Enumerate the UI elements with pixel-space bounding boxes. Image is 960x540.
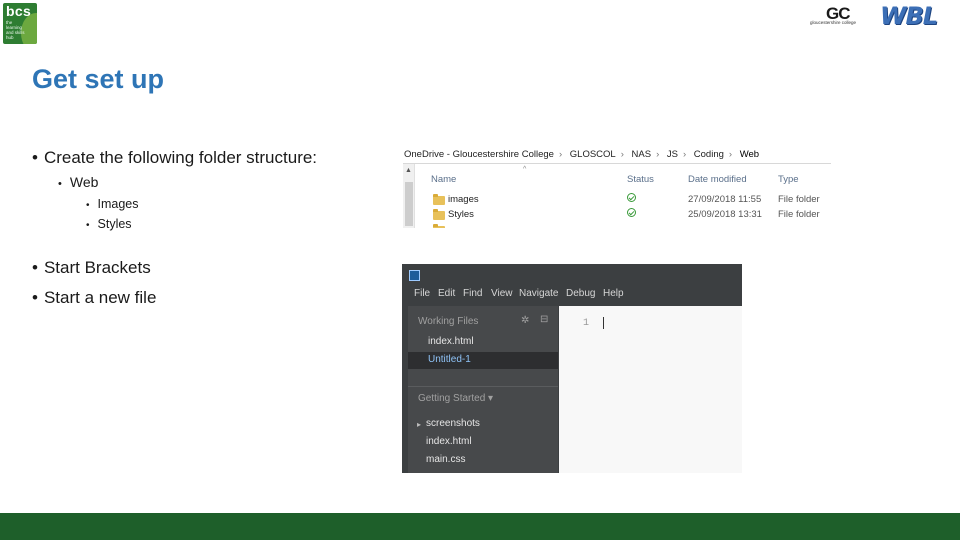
project-title[interactable]: Getting Started ▾	[418, 393, 493, 404]
bcs-logo-word: bcs	[6, 3, 32, 19]
bullet-styles: Styles	[86, 217, 132, 231]
bullet-images: Images	[86, 197, 139, 211]
breadcrumb-item[interactable]: Web	[740, 149, 759, 160]
menu-view[interactable]: View	[491, 288, 513, 299]
column-header-status[interactable]: Status	[627, 174, 654, 185]
explorer-breadcrumb[interactable]: OneDrive - Gloucestershire College › GLOS…	[403, 146, 831, 164]
folder-icon	[433, 194, 445, 205]
folder-icon	[433, 224, 445, 228]
folder-type: File folder	[778, 194, 820, 205]
breadcrumb-item[interactable]: GLOSCOL	[570, 149, 616, 160]
bcs-logo: bcs the learning and skills hub	[3, 3, 37, 44]
sort-caret-icon: ^	[523, 166, 527, 173]
breadcrumb-item[interactable]: Coding	[694, 149, 724, 160]
breadcrumb-item[interactable]: NAS	[632, 149, 652, 160]
menu-find[interactable]: Find	[463, 288, 482, 299]
column-header-date[interactable]: Date modified	[688, 174, 747, 185]
scrollbar-thumb[interactable]	[405, 182, 413, 226]
folder-collapsed-icon[interactable]: ▸	[417, 420, 421, 429]
text-cursor	[603, 317, 604, 329]
menu-file[interactable]: File	[414, 288, 430, 299]
breadcrumb-item[interactable]: JS	[667, 149, 678, 160]
sync-status-icon	[627, 193, 636, 202]
folder-icon	[433, 209, 445, 220]
tree-file-index[interactable]: index.html	[426, 436, 472, 447]
bcs-logo-tagline: the learning and skills hub	[6, 20, 25, 40]
brackets-sidebar: Working Files ✲ ⊟ index.html Untitled-1 …	[408, 306, 558, 473]
folder-row-images[interactable]: images 27/09/2018 11:55 File folder	[417, 193, 831, 208]
footer-bar	[0, 513, 960, 540]
sync-status-icon	[627, 208, 636, 217]
scroll-up-icon[interactable]: ▲	[405, 167, 412, 174]
brackets-menubar: File Edit Find View Navigate Debug Help	[402, 286, 742, 304]
folder-date: 25/09/2018 13:31	[688, 209, 762, 220]
gear-icon[interactable]: ✲	[521, 315, 529, 326]
breadcrumb-item[interactable]: OneDrive - Gloucestershire College	[404, 149, 554, 160]
page-title: Get set up	[32, 64, 165, 94]
project-dropdown-icon: ▾	[488, 393, 494, 404]
gc-logo-caption: gloucestershire college	[810, 20, 857, 25]
column-header-name[interactable]: Name	[431, 174, 456, 185]
menu-help[interactable]: Help	[603, 288, 624, 299]
bullet-folder-structure: Create the following folder structure:	[32, 148, 317, 168]
explorer-scrollbar[interactable]: ▲	[403, 164, 415, 228]
gc-logo: GC gloucestershire college	[810, 4, 876, 26]
brackets-editor-screenshot: File Edit Find View Navigate Debug Help …	[402, 264, 742, 473]
bullet-new-file: Start a new file	[32, 288, 156, 308]
split-view-icon[interactable]: ⊟	[540, 314, 548, 325]
folder-row-partial	[417, 224, 831, 228]
working-files-title: Working Files	[418, 316, 479, 327]
line-number: 1	[583, 318, 590, 329]
tree-folder-screenshots[interactable]: screenshots	[426, 418, 480, 429]
working-file-item-selected[interactable]: Untitled-1	[408, 352, 558, 369]
code-editor[interactable]: 1	[559, 306, 742, 473]
menu-debug[interactable]: Debug	[566, 288, 595, 299]
bullet-web: Web	[58, 174, 99, 190]
menu-edit[interactable]: Edit	[438, 288, 455, 299]
column-header-type[interactable]: Type	[778, 174, 799, 185]
folder-date: 27/09/2018 11:55	[688, 194, 762, 205]
file-explorer-screenshot: OneDrive - Gloucestershire College › GLOS…	[403, 146, 831, 228]
folder-name: Styles	[448, 209, 474, 220]
sidebar-divider	[408, 386, 558, 387]
tree-file-main-css[interactable]: main.css	[426, 454, 465, 465]
working-file-item[interactable]: index.html	[408, 334, 558, 351]
wbl-logo: WBL	[880, 2, 938, 30]
folder-name: images	[448, 194, 479, 205]
brackets-titlebar	[402, 264, 742, 286]
folder-row-styles[interactable]: Styles 25/09/2018 13:31 File folder	[417, 208, 831, 223]
brackets-app-icon	[409, 270, 420, 281]
folder-type: File folder	[778, 209, 820, 220]
menu-navigate[interactable]: Navigate	[519, 288, 558, 299]
bullet-start-brackets: Start Brackets	[32, 258, 151, 278]
project-title-text: Getting Started	[418, 393, 486, 404]
